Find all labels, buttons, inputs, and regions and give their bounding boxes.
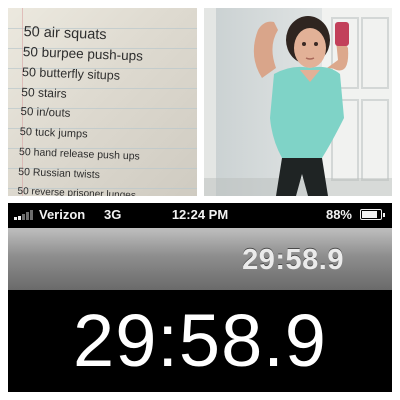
stopwatch-screenshot: Verizon 3G 12:24 PM 88% 29:58.9 29:58.9 [8,203,392,392]
workout-list: 50 air squats 50 burpee push-ups 50 butt… [17,22,145,196]
selfie-illustration [204,8,392,196]
workout-list-photo: 50 air squats 50 burpee push-ups 50 butt… [8,8,197,196]
battery-percentage: 88% [325,207,352,222]
main-timer-panel: 29:58.9 [8,290,392,392]
main-time: 29:58.9 [73,299,327,382]
battery-fill [362,211,377,218]
battery-icon [360,209,385,220]
status-bar: Verizon 3G 12:24 PM 88% [8,203,392,227]
lap-time: 29:58.9 [242,244,344,276]
selfie-photo [204,8,392,196]
lap-panel: 29:58.9 [8,228,392,290]
